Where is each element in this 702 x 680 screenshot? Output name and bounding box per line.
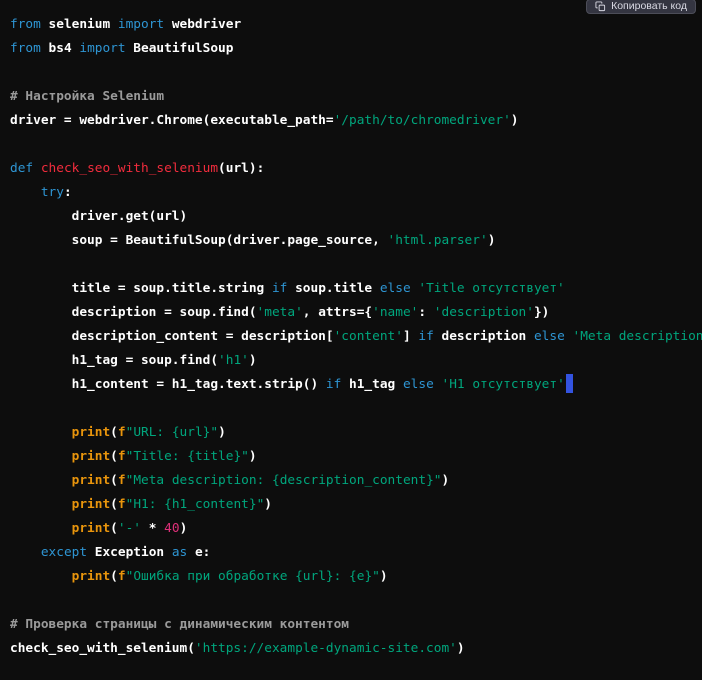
code-line: driver = webdriver.Chrome(executable_pat…: [10, 109, 702, 133]
code-line: print(f"Ошибка при обработке {url}: {e}"…: [10, 565, 702, 589]
code-line: print(f"Meta description: {description_c…: [10, 469, 702, 493]
code-line: from selenium import webdriver: [10, 13, 702, 37]
code-line: soup = BeautifulSoup(driver.page_source,…: [10, 229, 702, 253]
code-line: def check_seo_with_selenium(url):: [10, 157, 702, 181]
code-line: check_seo_with_selenium('https://example…: [10, 637, 702, 661]
code-line: print(f"URL: {url}"): [10, 421, 702, 445]
code-lines: from selenium import webdriverfrom bs4 i…: [10, 13, 702, 661]
code-line: description = soup.find('meta', attrs={'…: [10, 301, 702, 325]
code-line: print('-' * 40): [10, 517, 702, 541]
code-line: # Проверка страницы с динамическим конте…: [10, 613, 702, 637]
code-line: try:: [10, 181, 702, 205]
code-block: from selenium import webdriverfrom bs4 i…: [0, 0, 702, 680]
code-line: [10, 589, 702, 613]
copy-button-label: Копировать код: [611, 1, 687, 12]
code-line: from bs4 import BeautifulSoup: [10, 37, 702, 61]
code-line: [10, 397, 702, 421]
code-line: h1_tag = soup.find('h1'): [10, 349, 702, 373]
code-line: driver.get(url): [10, 205, 702, 229]
code-line: print(f"H1: {h1_content}"): [10, 493, 702, 517]
code-line: h1_content = h1_tag.text.strip() if h1_t…: [10, 373, 702, 397]
code-line: title = soup.title.string if soup.title …: [10, 277, 702, 301]
code-line: [10, 61, 702, 85]
code-line: # Настройка Selenium: [10, 85, 702, 109]
code-line: [10, 253, 702, 277]
code-line: [10, 133, 702, 157]
copy-code-button[interactable]: Копировать код: [586, 0, 696, 14]
text-cursor: [566, 374, 573, 393]
code-line: description_content = description['conte…: [10, 325, 702, 349]
code-line: print(f"Title: {title}"): [10, 445, 702, 469]
code-line: except Exception as e:: [10, 541, 702, 565]
copy-icon: [595, 1, 606, 12]
